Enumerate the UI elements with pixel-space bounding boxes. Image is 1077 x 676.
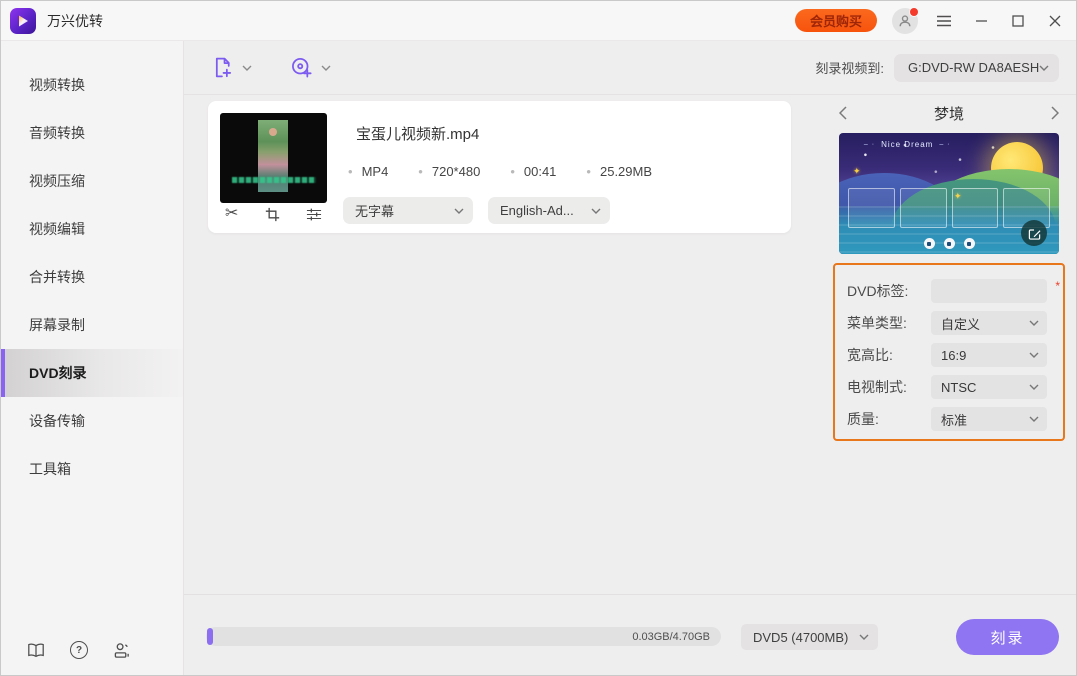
titlebar-right: 会员购买 — [794, 6, 1076, 34]
dvd-label-row: DVD标签: * — [835, 275, 1063, 307]
burn-destination: 刻录视频到: G:DVD-RW DA8AESH — [815, 53, 1076, 82]
video-file-card: ✂ 宝蛋儿视频新.mp4 MP4 720*480 00:41 — [208, 101, 791, 233]
sidebar-item-video-convert[interactable]: 视频转换 — [1, 61, 183, 109]
maximize-icon[interactable] — [1007, 10, 1029, 32]
tv-standard-row: 电视制式: NTSC — [835, 371, 1063, 403]
sidebar-footer: ? — [1, 641, 183, 659]
capacity-progress-bar: 0.03GB/4.70GB — [206, 627, 721, 646]
notification-dot — [909, 6, 919, 17]
add-disc-icon — [292, 57, 312, 78]
close-icon[interactable] — [1044, 10, 1066, 32]
sidebar-item-screen-record[interactable]: 屏幕录制 — [1, 301, 183, 349]
bottom-divider — [184, 594, 1076, 595]
main-area: 刻录视频到: G:DVD-RW DA8AESH ✂ 宝蛋儿视频新.mp4 • M… — [184, 41, 1076, 675]
template-next-icon[interactable] — [1051, 106, 1059, 120]
chevron-down-icon — [591, 208, 601, 214]
sidebar-item-dvd-burn[interactable]: DVD刻录 — [1, 349, 183, 397]
minimize-icon[interactable] — [970, 10, 992, 32]
user-avatar[interactable] — [892, 6, 919, 34]
file-size: 25.29MB — [586, 164, 652, 179]
trim-scissors-icon[interactable]: ✂ — [225, 206, 238, 222]
sidebar-item-video-compress[interactable]: 视频压缩 — [1, 157, 183, 205]
aspect-ratio-select[interactable]: 16:9 — [931, 343, 1047, 367]
app-title: 万兴优转 — [47, 12, 103, 29]
page-dot[interactable] — [963, 238, 975, 249]
capacity-progress-fill — [207, 628, 213, 645]
chevron-down-icon — [859, 634, 869, 640]
template-prev-icon[interactable] — [839, 106, 847, 120]
burn-to-label: 刻录视频到: — [815, 61, 884, 76]
app-window: 万兴优转 会员购买 视频转换 音频转换 视频压缩 视频编辑 合并转换 屏幕录制 … — [0, 0, 1077, 676]
audio-track-select[interactable]: English-Ad... — [488, 197, 610, 224]
subtitle-select[interactable]: 无字幕 — [343, 197, 473, 224]
capacity-text: 0.03GB/4.70GB — [632, 630, 710, 643]
sidebar-item-merge-convert[interactable]: 合并转换 — [1, 253, 183, 301]
quality-row: 质量: 标准 — [835, 403, 1063, 435]
sidebar-item-toolbox[interactable]: 工具箱 — [1, 445, 183, 493]
required-asterisk: * — [1055, 279, 1060, 293]
menu-frames — [848, 188, 1050, 228]
menu-frame[interactable] — [951, 188, 999, 228]
tv-standard-select[interactable]: NTSC — [931, 375, 1047, 399]
effects-sliders-icon[interactable] — [306, 207, 322, 222]
edit-pencil-icon — [1028, 228, 1040, 240]
burn-destination-select[interactable]: G:DVD-RW DA8AESH — [894, 53, 1059, 82]
video-thumbnail[interactable] — [220, 113, 327, 203]
menu-frame[interactable] — [899, 188, 947, 228]
chevron-down-icon — [321, 65, 331, 71]
chevron-down-icon — [242, 65, 252, 71]
page-dot[interactable] — [943, 238, 955, 249]
page-dot[interactable] — [923, 238, 935, 249]
chevron-down-icon — [1039, 65, 1049, 71]
crop-icon[interactable] — [265, 207, 280, 222]
chevron-down-icon — [454, 208, 464, 214]
file-card-selects: 无字幕 English-Ad... — [343, 197, 610, 224]
file-name: 宝蛋儿视频新.mp4 — [356, 126, 480, 143]
menu-type-select[interactable]: 自定义 — [931, 311, 1047, 335]
file-format: MP4 — [348, 164, 389, 179]
add-disc-button[interactable] — [290, 56, 331, 80]
guide-book-icon[interactable] — [27, 641, 45, 659]
sidebar-item-device-transfer[interactable]: 设备传输 — [1, 397, 183, 445]
feedback-users-icon[interactable] — [113, 641, 131, 659]
app-logo-icon — [10, 7, 36, 34]
template-name: 梦境 — [933, 105, 964, 123]
menu-icon[interactable] — [933, 10, 955, 32]
buy-membership-button[interactable]: 会员购买 — [794, 9, 877, 32]
add-file-icon — [215, 57, 232, 78]
burn-button[interactable]: 刻录 — [956, 619, 1059, 655]
file-resolution: 720*480 — [418, 164, 480, 179]
dvd-settings-panel: DVD标签: * 菜单类型: 自定义 宽高比: 16:9 电视制式: NTSC … — [833, 263, 1065, 441]
dvd-label-input[interactable] — [931, 279, 1047, 303]
add-file-button[interactable] — [212, 56, 252, 79]
titlebar: 万兴优转 会员购买 — [1, 1, 1076, 41]
file-meta: MP4 720*480 00:41 25.29MB — [348, 164, 652, 179]
edit-tools: ✂ — [220, 206, 327, 222]
disc-type-select[interactable]: DVD5 (4700MB) — [741, 624, 878, 650]
sidebar: 视频转换 音频转换 视频压缩 视频编辑 合并转换 屏幕录制 DVD刻录 设备传输… — [1, 41, 184, 675]
aspect-ratio-row: 宽高比: 16:9 — [835, 339, 1063, 371]
menu-frame[interactable] — [848, 188, 895, 228]
main-toolbar: 刻录视频到: G:DVD-RW DA8AESH — [184, 41, 1076, 95]
thumbnail-subtitle-overlay — [232, 177, 316, 183]
sidebar-item-video-edit[interactable]: 视频编辑 — [1, 205, 183, 253]
quality-select[interactable]: 标准 — [931, 407, 1047, 431]
preview-title: Nice Dream — [839, 140, 975, 149]
edit-template-button[interactable] — [1021, 220, 1047, 246]
menu-type-row: 菜单类型: 自定义 — [835, 307, 1063, 339]
template-preview[interactable]: ✦ ✦ Nice Dream — [839, 133, 1059, 254]
sidebar-item-audio-convert[interactable]: 音频转换 — [1, 109, 183, 157]
file-duration: 00:41 — [510, 164, 557, 179]
template-panel: 梦境 ✦ ✦ Nice Dream — [831, 101, 1067, 441]
help-icon[interactable]: ? — [70, 641, 88, 659]
template-selector: 梦境 — [831, 101, 1067, 125]
